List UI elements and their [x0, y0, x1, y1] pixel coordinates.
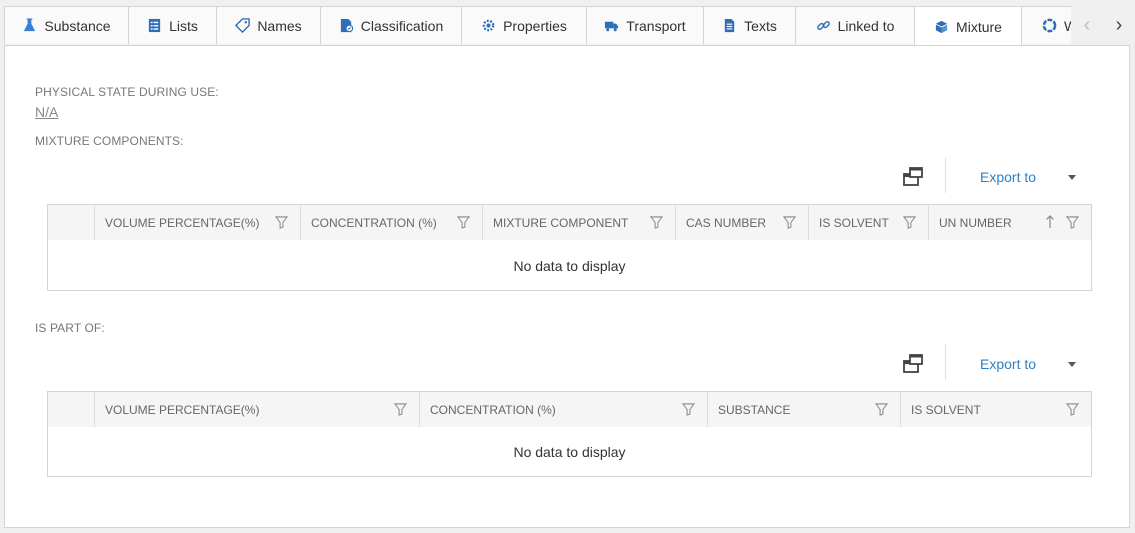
filter-icon[interactable]	[875, 403, 888, 416]
column-header-concentration[interactable]: CONCENTRATION (%)	[420, 392, 708, 427]
column-header-is-solvent[interactable]: IS SOLVENT	[901, 392, 1091, 427]
tab-scroll-controls: ‹ ›	[1071, 6, 1135, 44]
filter-icon[interactable]	[457, 216, 470, 229]
tab-label: Transport	[626, 17, 686, 34]
filter-icon[interactable]	[275, 216, 288, 229]
export-dropdown-caret-icon[interactable]	[1068, 362, 1076, 367]
physical-state-value[interactable]: N/A	[35, 104, 58, 120]
tab-substance[interactable]: Substance	[4, 6, 129, 44]
tab-strip: Substance Lists Names Classification Pro…	[4, 6, 1072, 45]
flask-icon	[24, 18, 36, 32]
no-data-message: No data to display	[513, 444, 626, 460]
scroll-left-chevron-icon[interactable]: ‹	[1075, 14, 1099, 37]
properties-gear-icon	[482, 19, 495, 32]
select-column-header[interactable]	[48, 205, 95, 240]
recycle-icon	[1042, 18, 1057, 33]
filter-icon[interactable]	[783, 216, 796, 229]
tab-lists[interactable]: Lists	[128, 6, 217, 44]
column-header-cas-number[interactable]: CAS NUMBER	[676, 205, 809, 240]
tab-label: Lists	[169, 17, 198, 34]
scroll-right-chevron-icon[interactable]: ›	[1107, 14, 1131, 37]
filter-icon[interactable]	[1066, 403, 1079, 416]
column-header-label: CONCENTRATION (%)	[430, 402, 556, 417]
classification-icon	[340, 18, 353, 33]
select-column-header[interactable]	[48, 392, 95, 427]
column-header-volume-percentage[interactable]: VOLUME PERCENTAGE(%)	[95, 392, 420, 427]
filter-icon[interactable]	[903, 216, 916, 229]
column-header-un-number[interactable]: UN NUMBER	[929, 205, 1091, 240]
tab-classification[interactable]: Classification	[320, 6, 462, 44]
mixture-components-grid: VOLUME PERCENTAGE(%) CONCENTRATION (%) M…	[47, 204, 1092, 291]
column-chooser-icon[interactable]	[901, 164, 925, 188]
tab-label: Texts	[744, 17, 777, 34]
column-header-label: UN NUMBER	[939, 215, 1012, 230]
filter-icon[interactable]	[682, 403, 695, 416]
tab-transport[interactable]: Transport	[586, 6, 704, 44]
tab-label: Classification	[360, 17, 444, 34]
truck-icon	[605, 21, 619, 32]
grid-header-row: VOLUME PERCENTAGE(%) CONCENTRATION (%) S…	[48, 392, 1091, 427]
column-chooser-icon[interactable]	[901, 351, 925, 375]
column-header-volume-percentage[interactable]: VOLUME PERCENTAGE(%)	[95, 205, 301, 240]
column-header-is-solvent[interactable]: IS SOLVENT	[809, 205, 929, 240]
column-header-label: SUBSTANCE	[718, 402, 791, 417]
filter-icon[interactable]	[394, 403, 407, 416]
mixture-components-label: MIXTURE COMPONENTS:	[35, 134, 184, 148]
column-header-label: IS SOLVENT	[911, 402, 981, 417]
tag-icon	[235, 18, 251, 33]
column-header-label: CAS NUMBER	[686, 215, 767, 230]
mixture-cubes-icon	[935, 20, 948, 34]
tab-properties[interactable]: Properties	[461, 6, 587, 44]
export-dropdown-caret-icon[interactable]	[1068, 175, 1076, 180]
column-header-concentration[interactable]: CONCENTRATION (%)	[301, 205, 483, 240]
column-header-label: MIXTURE COMPONENT	[493, 215, 629, 230]
toolbar-separator	[945, 157, 946, 193]
text-document-icon	[724, 18, 735, 33]
no-data-message: No data to display	[513, 258, 626, 274]
tab-label: Linked to	[837, 17, 895, 34]
physical-state-label: PHYSICAL STATE DURING USE:	[35, 85, 219, 99]
tab-waste[interactable]: W	[1021, 6, 1072, 44]
column-header-label: VOLUME PERCENTAGE(%)	[105, 215, 260, 230]
is-part-of-label: IS PART OF:	[35, 321, 105, 335]
tab-label: Names	[257, 17, 302, 34]
column-header-label: IS SOLVENT	[819, 215, 889, 230]
mixture-panel: PHYSICAL STATE DURING USE: N/A MIXTURE C…	[4, 45, 1130, 528]
tab-label: Substance	[44, 17, 111, 34]
export-to-button[interactable]: Export to	[980, 356, 1036, 372]
sort-ascending-arrow-icon	[1046, 215, 1054, 228]
export-to-button[interactable]: Export to	[980, 169, 1036, 185]
list-document-icon	[148, 18, 161, 33]
tab-bar: Substance Lists Names Classification Pro…	[0, 0, 1135, 45]
toolbar-separator	[945, 344, 946, 380]
link-icon	[816, 20, 830, 31]
tab-label: Properties	[503, 17, 567, 34]
tab-names[interactable]: Names	[216, 6, 321, 44]
tab-mixture[interactable]: Mixture	[914, 6, 1022, 45]
tab-linked-to[interactable]: Linked to	[795, 6, 915, 44]
column-header-mixture-component[interactable]: MIXTURE COMPONENT	[483, 205, 676, 240]
column-header-label: CONCENTRATION (%)	[311, 215, 437, 230]
column-header-substance[interactable]: SUBSTANCE	[708, 392, 901, 427]
is-part-of-grid: VOLUME PERCENTAGE(%) CONCENTRATION (%) S…	[47, 391, 1092, 477]
filter-icon[interactable]	[650, 216, 663, 229]
tab-texts[interactable]: Texts	[703, 6, 796, 44]
tab-label: Mixture	[956, 18, 1002, 35]
column-header-label: VOLUME PERCENTAGE(%)	[105, 402, 260, 417]
filter-icon[interactable]	[1066, 216, 1079, 229]
grid-header-row: VOLUME PERCENTAGE(%) CONCENTRATION (%) M…	[48, 205, 1091, 240]
